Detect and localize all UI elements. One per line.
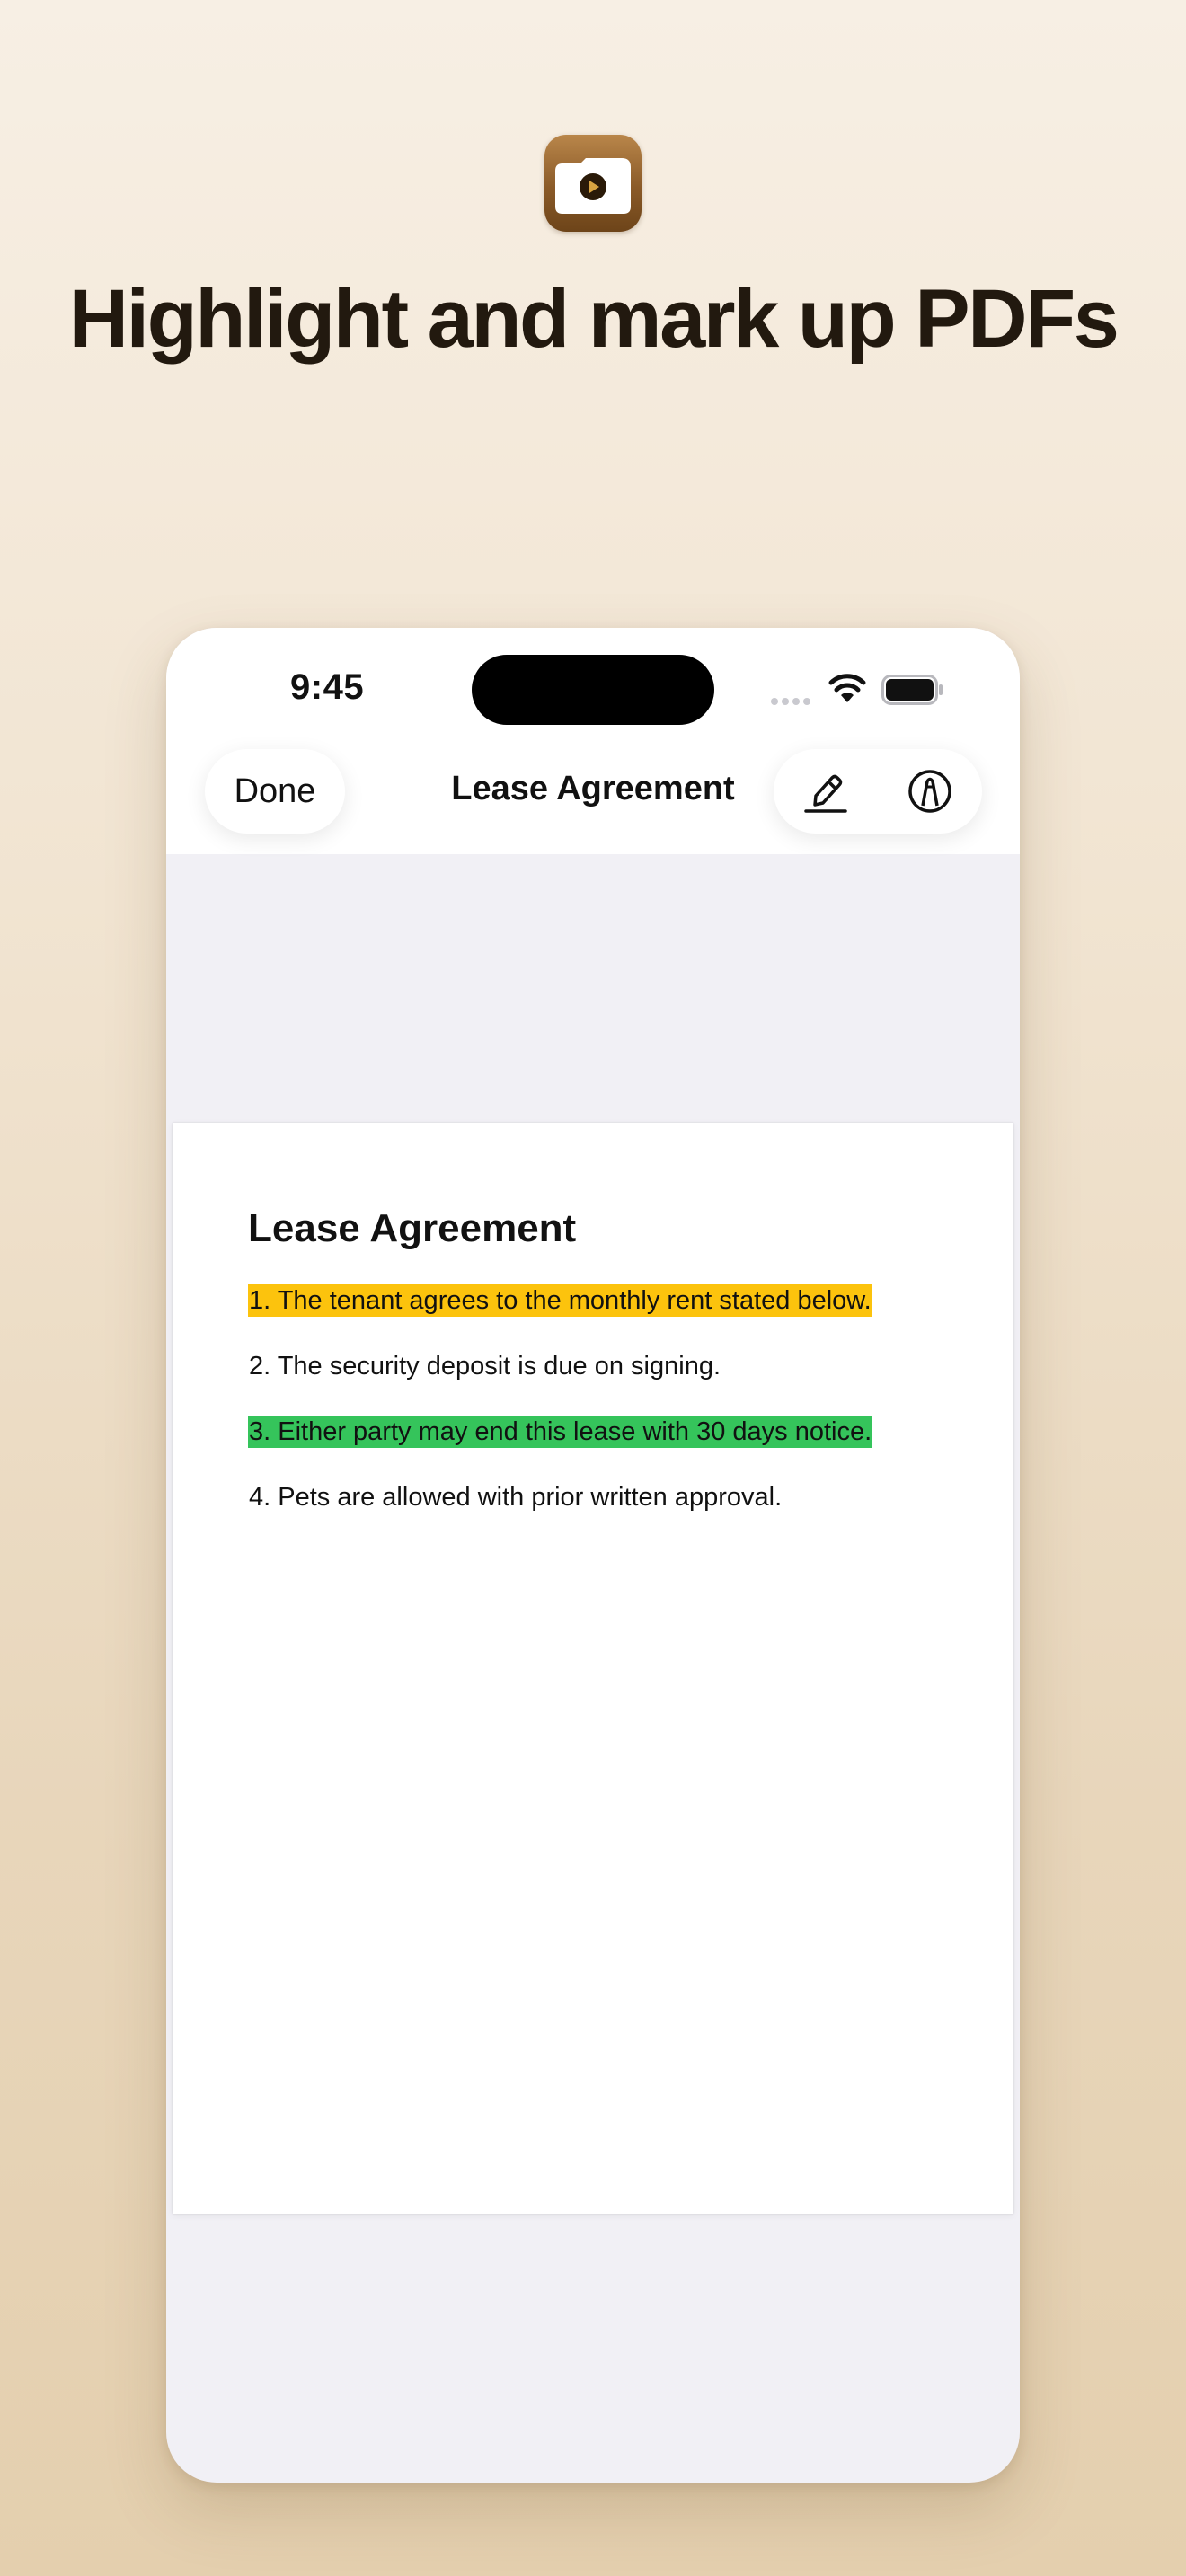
document-page[interactable]: Lease Agreement 1. The tenant agrees to …: [173, 1123, 1013, 2214]
document-text: 4. Pets are allowed with prior written a…: [249, 1483, 783, 1512]
highlighted-text-yellow: 1. The tenant agrees to the monthly rent…: [248, 1284, 872, 1317]
dynamic-island: [472, 655, 714, 725]
markup-button[interactable]: [878, 749, 982, 834]
document-title: Lease Agreement: [248, 1206, 577, 1250]
folder-play-icon: [555, 158, 631, 214]
wifi-icon: [828, 674, 866, 702]
headline: Highlight and mark up PDFs: [68, 273, 1120, 365]
nav-title: Lease Agreement: [451, 770, 735, 807]
document-line[interactable]: 3. Either party may end this lease with …: [248, 1414, 873, 1450]
highlighter-button[interactable]: [774, 749, 878, 834]
highlighter-icon: [804, 774, 847, 813]
status-time: 9:45: [290, 667, 365, 707]
document-line[interactable]: 2. The security deposit is due on signin…: [248, 1348, 721, 1384]
signal-dots-icon: [771, 693, 814, 710]
document-line[interactable]: 4. Pets are allowed with prior written a…: [248, 1479, 783, 1515]
phone-header: 9:45 Done Lease Agreement: [166, 628, 1020, 854]
tool-group: [774, 749, 982, 834]
markup-pen-icon: [908, 770, 951, 813]
highlighted-text-green: 3. Either party may end this lease with …: [248, 1416, 873, 1448]
phone-frame: 9:45 Done Lease Agreement Lease Agreemen…: [166, 628, 1020, 2483]
document-line[interactable]: 1. The tenant agrees to the monthly rent…: [248, 1283, 872, 1319]
document-text: 2. The security deposit is due on signin…: [249, 1352, 721, 1381]
battery-icon: [881, 675, 943, 705]
done-button[interactable]: Done: [205, 749, 345, 834]
app-icon: [544, 135, 642, 232]
